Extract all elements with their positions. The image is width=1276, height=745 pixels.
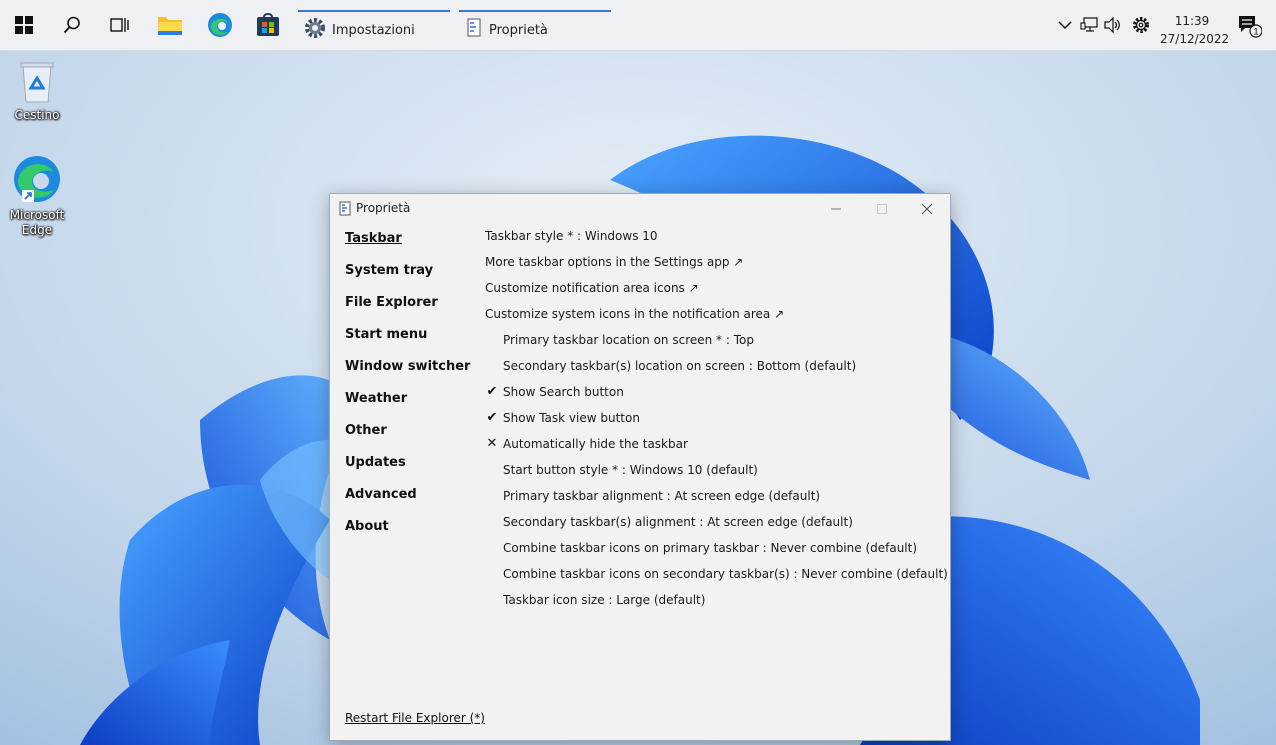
cross-mark-icon: ✕ — [486, 436, 498, 451]
nav-advanced[interactable]: Advanced — [345, 487, 417, 502]
notification-icon: 1 — [1239, 16, 1262, 38]
clock-time: 11:39 — [1174, 14, 1210, 28]
option-show-search[interactable]: Show Search button — [503, 385, 624, 399]
speaker-icon — [1104, 17, 1120, 33]
nav-start-menu[interactable]: Start menu — [345, 327, 427, 342]
desktop-icon-label: Microsoft Edge — [9, 208, 65, 237]
option-primary-location[interactable]: Primary taskbar location on screen * : T… — [503, 333, 754, 347]
option-auto-hide[interactable]: Automatically hide the taskbar — [503, 437, 688, 451]
recycle-bin-icon — [20, 62, 54, 103]
option-secondary-location[interactable]: Secondary taskbar(s) location on screen … — [503, 359, 856, 373]
settings-tray-button[interactable] — [1129, 0, 1153, 50]
window-icon — [339, 201, 351, 220]
notification-count: 1 — [1253, 27, 1258, 37]
nav-updates[interactable]: Updates — [345, 455, 406, 470]
nav-taskbar[interactable]: Taskbar — [345, 231, 402, 246]
properties-icon — [465, 18, 483, 42]
option-taskbar-style[interactable]: Taskbar style * : Windows 10 — [485, 229, 658, 243]
taskbar-app-impostazioni[interactable]: Impostazioni — [298, 10, 450, 50]
nav-weather[interactable]: Weather — [345, 391, 407, 406]
option-system-icons-link[interactable]: Customize system icons in the notificati… — [485, 307, 784, 321]
network-tray-button[interactable] — [1078, 0, 1100, 50]
nav-window-switcher[interactable]: Window switcher — [345, 359, 470, 374]
clock-date: 27/12/2022 — [1160, 32, 1230, 46]
task-view-button[interactable] — [96, 0, 144, 50]
option-secondary-alignment[interactable]: Secondary taskbar(s) alignment : At scre… — [503, 515, 853, 529]
option-settings-app-link[interactable]: More taskbar options in the Settings app… — [485, 255, 743, 269]
checkmark-icon: ✔ — [486, 410, 498, 425]
checkmark-icon: ✔ — [486, 384, 498, 399]
option-start-button-style[interactable]: Start button style * : Windows 10 (defau… — [503, 463, 758, 477]
desktop-icon-edge[interactable]: Microsoft Edge — [2, 154, 72, 238]
title-bar[interactable]: Proprietà — [330, 194, 950, 224]
nav-about[interactable]: About — [345, 519, 389, 534]
task-view-icon — [110, 18, 129, 32]
close-button[interactable] — [904, 194, 950, 224]
settings-gear-icon — [304, 17, 326, 43]
taskbar-app-proprieta[interactable]: Proprietà — [459, 10, 611, 50]
taskbar-app-label: Impostazioni — [332, 22, 415, 38]
windows-logo-icon — [15, 16, 33, 34]
option-icon-size[interactable]: Taskbar icon size : Large (default) — [503, 593, 705, 607]
nav-other[interactable]: Other — [345, 423, 387, 438]
maximize-icon — [877, 204, 887, 214]
edge-icon — [14, 156, 60, 202]
option-combine-secondary[interactable]: Combine taskbar icons on secondary taskb… — [503, 567, 948, 581]
option-primary-alignment[interactable]: Primary taskbar alignment : At screen ed… — [503, 489, 820, 503]
minimize-icon — [831, 208, 841, 210]
window-title: Proprietà — [356, 201, 411, 215]
notification-center-button[interactable]: 1 — [1232, 0, 1266, 50]
file-explorer-button[interactable] — [146, 0, 194, 50]
start-button[interactable] — [0, 0, 48, 50]
minimize-button[interactable] — [813, 194, 859, 224]
clock[interactable]: 11:39 27/12/2022 — [1160, 12, 1230, 48]
nav-file-explorer[interactable]: File Explorer — [345, 295, 438, 310]
store-icon — [257, 13, 279, 36]
network-icon — [1080, 17, 1098, 32]
store-button[interactable] — [244, 0, 292, 50]
properties-window: Proprietà Taskbar System tray File Explo… — [329, 193, 951, 741]
folder-icon — [158, 17, 182, 35]
edge-taskbar-button[interactable] — [196, 0, 244, 50]
taskbar: Impostazioni Proprietà 11:39 27/12/2022 … — [0, 0, 1276, 51]
gear-icon — [1133, 17, 1149, 33]
desktop-icon-label: Cestino — [14, 108, 60, 122]
close-icon — [921, 203, 933, 215]
taskbar-app-label: Proprietà — [489, 22, 548, 38]
volume-tray-button[interactable] — [1101, 0, 1125, 50]
search-button[interactable] — [48, 0, 96, 50]
nav-system-tray[interactable]: System tray — [345, 263, 433, 278]
edge-icon — [208, 13, 232, 37]
chevron-down-icon — [1058, 21, 1072, 30]
properties-icon — [339, 201, 351, 216]
tray-overflow-button[interactable] — [1054, 0, 1076, 50]
option-combine-primary[interactable]: Combine taskbar icons on primary taskbar… — [503, 541, 917, 555]
search-icon — [63, 16, 80, 34]
desktop-icon-recycle-bin[interactable]: Cestino — [2, 60, 72, 123]
option-show-task-view[interactable]: Show Task view button — [503, 411, 640, 425]
maximize-button[interactable] — [859, 194, 905, 224]
restart-file-explorer-link[interactable]: Restart File Explorer (*) — [345, 711, 485, 725]
option-notification-icons-link[interactable]: Customize notification area icons ↗ — [485, 281, 699, 295]
